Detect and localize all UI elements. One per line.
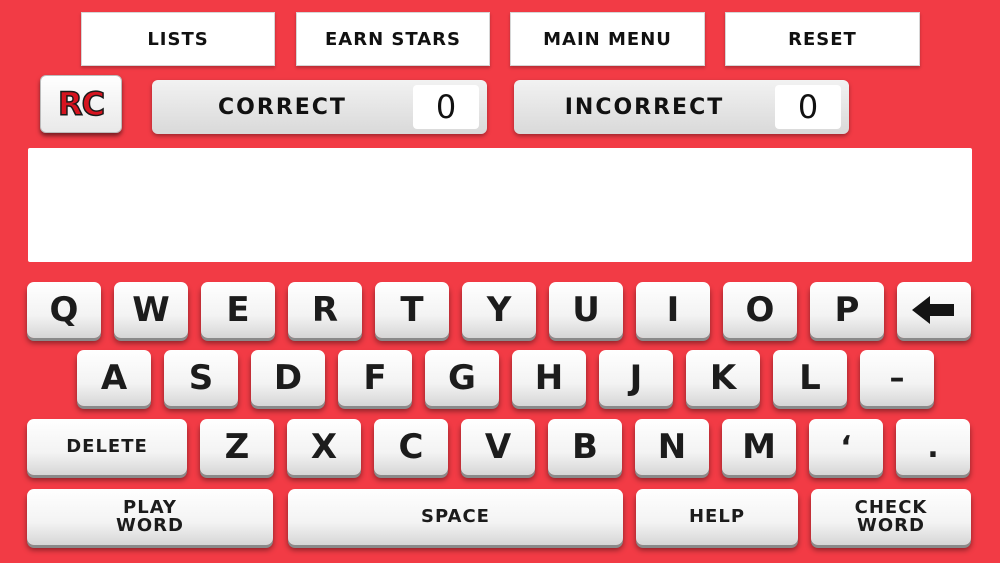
- key-s[interactable]: S: [164, 350, 238, 406]
- correct-count: 0: [413, 85, 479, 129]
- play-word-button[interactable]: PLAY WORD: [27, 489, 273, 545]
- key-j[interactable]: J: [599, 350, 673, 406]
- correct-label: CORRECT: [218, 94, 347, 120]
- key-c[interactable]: C: [374, 419, 448, 475]
- key-m[interactable]: M: [722, 419, 796, 475]
- key-d[interactable]: D: [251, 350, 325, 406]
- key-u[interactable]: U: [549, 282, 623, 338]
- left-arrow-icon: [912, 296, 954, 324]
- key-f[interactable]: F: [338, 350, 412, 406]
- backspace-key[interactable]: [897, 282, 971, 338]
- check-word-line2: WORD: [857, 515, 925, 536]
- key-z[interactable]: Z: [200, 419, 274, 475]
- key-e[interactable]: E: [201, 282, 275, 338]
- key-x[interactable]: X: [287, 419, 361, 475]
- key-period[interactable]: .: [896, 419, 970, 475]
- key-r[interactable]: R: [288, 282, 362, 338]
- key-l[interactable]: L: [773, 350, 847, 406]
- key-n[interactable]: N: [635, 419, 709, 475]
- incorrect-label: INCORRECT: [564, 94, 725, 120]
- main-menu-button[interactable]: MAIN MENU: [510, 12, 705, 66]
- key-p[interactable]: P: [810, 282, 884, 338]
- key-v[interactable]: V: [461, 419, 535, 475]
- key-k[interactable]: K: [686, 350, 760, 406]
- key-apostrophe[interactable]: ‘: [809, 419, 883, 475]
- help-button[interactable]: HELP: [636, 489, 798, 545]
- earn-stars-button[interactable]: EARN STARS: [296, 12, 490, 66]
- key-i[interactable]: I: [636, 282, 710, 338]
- key-b[interactable]: B: [548, 419, 622, 475]
- key-a[interactable]: A: [77, 350, 151, 406]
- key-t[interactable]: T: [375, 282, 449, 338]
- check-word-button[interactable]: CHECK WORD: [811, 489, 971, 545]
- rc-logo: RC: [40, 75, 122, 133]
- key-h[interactable]: H: [512, 350, 586, 406]
- key-hyphen[interactable]: –: [860, 350, 934, 406]
- correct-score-panel: CORRECT 0: [152, 80, 487, 134]
- reset-button[interactable]: RESET: [725, 12, 920, 66]
- incorrect-count: 0: [775, 85, 841, 129]
- logo-text: RC: [57, 84, 106, 124]
- key-g[interactable]: G: [425, 350, 499, 406]
- incorrect-score-panel: INCORRECT 0: [514, 80, 849, 134]
- space-key[interactable]: SPACE: [288, 489, 623, 545]
- key-o[interactable]: O: [723, 282, 797, 338]
- key-w[interactable]: W: [114, 282, 188, 338]
- key-q[interactable]: Q: [27, 282, 101, 338]
- lists-button[interactable]: LISTS: [81, 12, 275, 66]
- play-word-line2: WORD: [116, 515, 184, 536]
- key-y[interactable]: Y: [462, 282, 536, 338]
- delete-key[interactable]: DELETE: [27, 419, 187, 475]
- word-display: [28, 148, 972, 262]
